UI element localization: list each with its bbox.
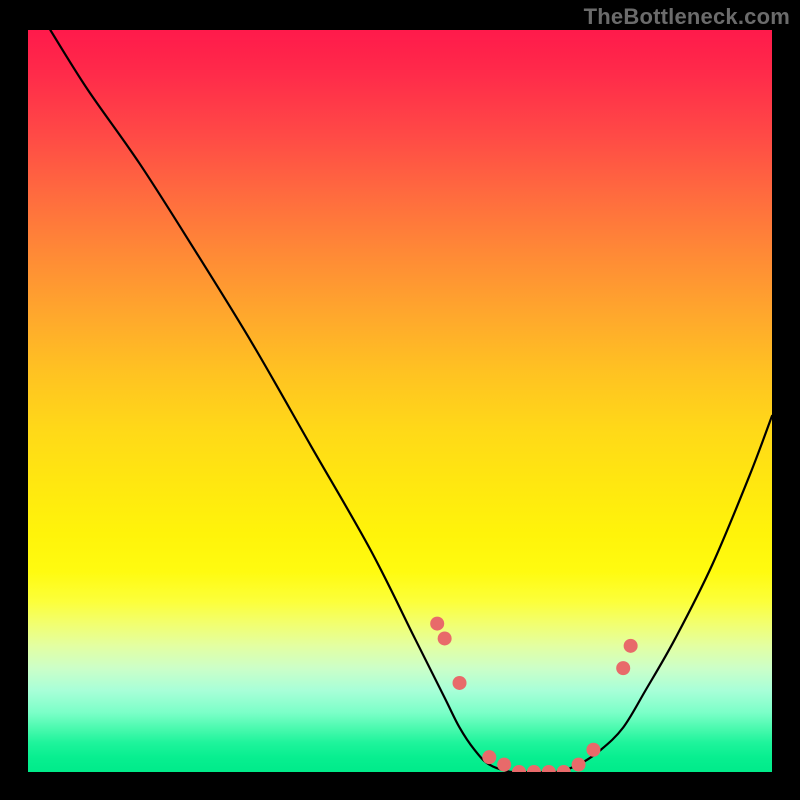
bottleneck-curve — [50, 30, 772, 772]
highlight-dot — [497, 758, 511, 772]
curve-svg — [28, 30, 772, 772]
highlight-dot — [482, 750, 496, 764]
highlight-dot — [527, 765, 541, 772]
highlight-dot — [438, 631, 452, 645]
highlight-dot — [624, 639, 638, 653]
highlight-dot — [557, 765, 571, 772]
highlight-dot — [512, 765, 526, 772]
highlight-dots — [430, 617, 637, 772]
watermark-text: TheBottleneck.com — [584, 4, 790, 30]
plot-area — [28, 30, 772, 772]
highlight-dot — [430, 617, 444, 631]
highlight-dot — [542, 765, 556, 772]
highlight-dot — [616, 661, 630, 675]
highlight-dot — [453, 676, 467, 690]
highlight-dot — [572, 758, 586, 772]
chart-frame: TheBottleneck.com — [0, 0, 800, 800]
highlight-dot — [586, 743, 600, 757]
